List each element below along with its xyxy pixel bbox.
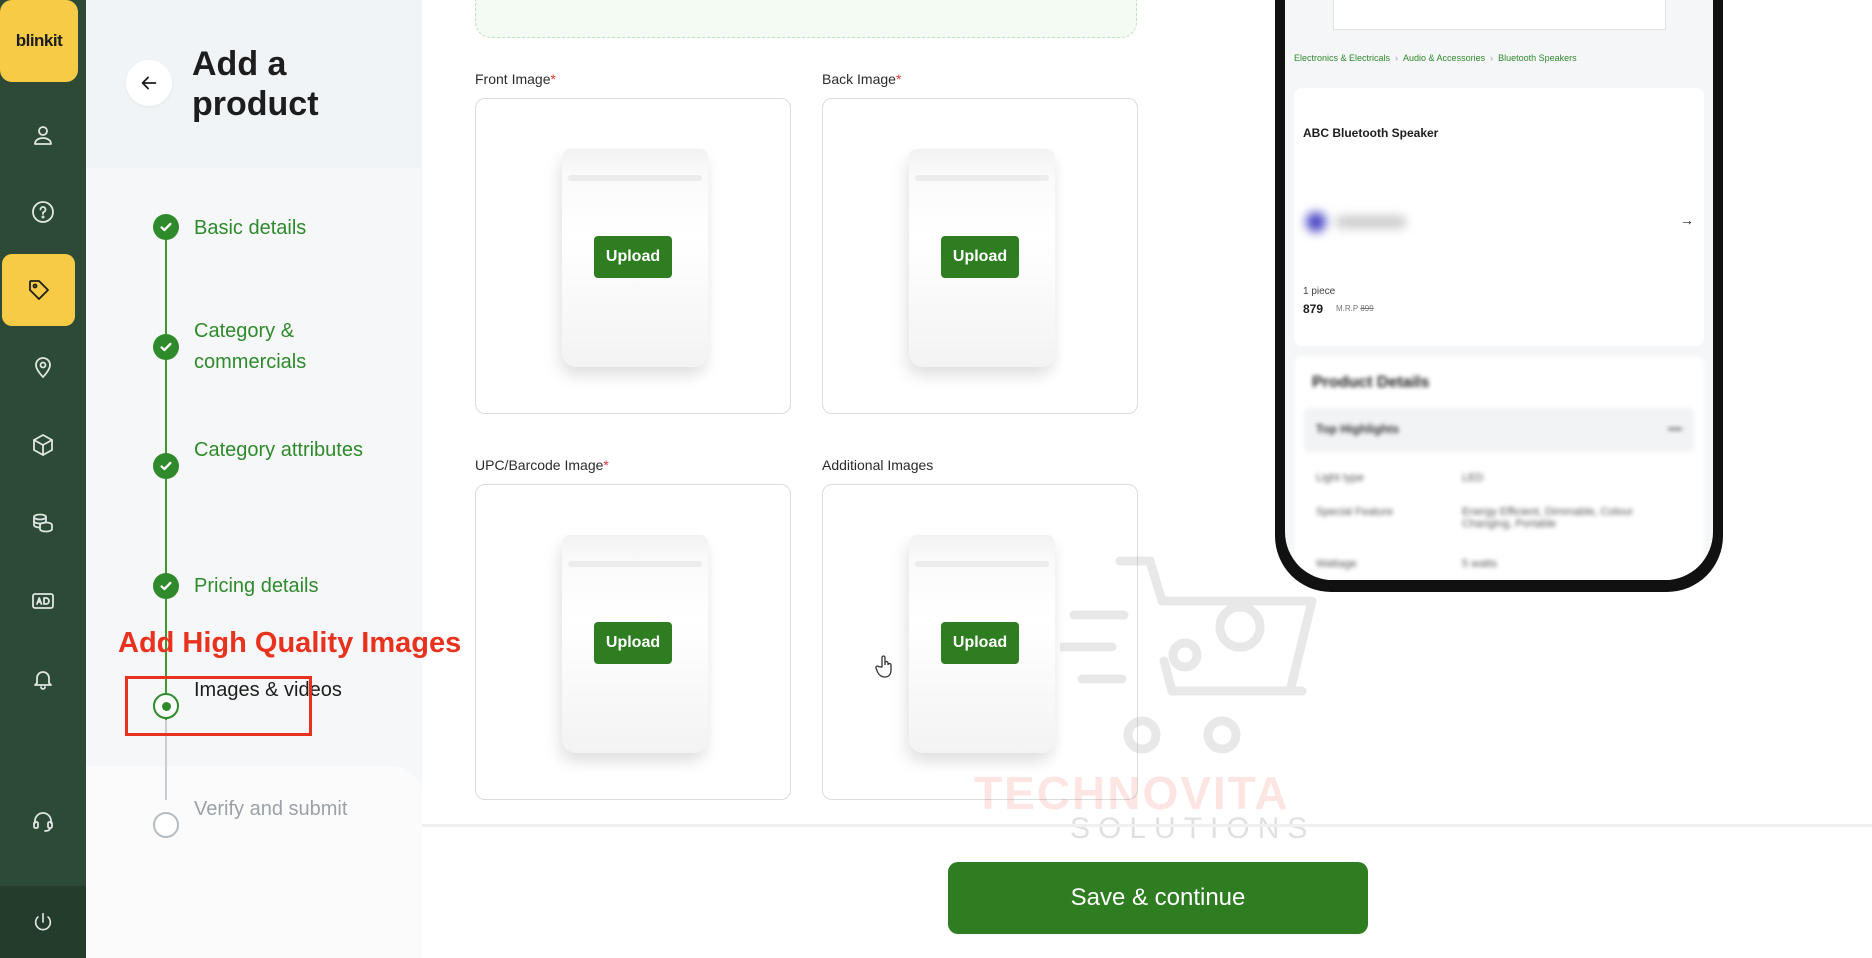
required-mark: * <box>895 71 902 87</box>
tag-icon <box>28 280 49 300</box>
step-basic-details[interactable]: Basic details <box>194 213 394 244</box>
upc-image-upload-button[interactable]: Upload <box>594 622 672 664</box>
arrow-right-icon: → <box>1680 212 1694 228</box>
map-pin-icon <box>35 357 51 378</box>
ad-icon <box>32 593 54 609</box>
check-icon <box>160 581 172 591</box>
page-title: Add a product <box>192 45 319 123</box>
highlights-label: Top Highlights <box>1316 422 1400 436</box>
required-mark: * <box>603 457 609 473</box>
stepper-panel: Add a product Basic details Category & c… <box>86 0 422 958</box>
check-icon <box>160 461 172 471</box>
step-pricing-details[interactable]: Pricing details <box>194 571 394 602</box>
step-verify-submit[interactable]: Verify and submit <box>194 794 394 825</box>
back-image-upload-card[interactable]: Upload <box>822 98 1138 414</box>
breadcrumb-item: Electronics & Electricals <box>1294 53 1391 63</box>
sidebar-item-notifications[interactable] <box>0 640 86 718</box>
step-category-attributes-check <box>153 453 179 479</box>
step-category-commercials-check <box>153 334 179 360</box>
save-continue-button[interactable]: Save & continue <box>948 862 1368 934</box>
coins-icon <box>33 513 53 533</box>
headset-icon <box>33 812 53 832</box>
sidebar-item-locations[interactable] <box>0 328 86 406</box>
front-image-label: Front Image* <box>475 71 556 87</box>
arrow-left-icon <box>141 76 157 90</box>
sidebar-item-profile[interactable] <box>0 96 86 174</box>
preview-product-card: ABC Bluetooth Speaker → 1 piece 879 M.R.… <box>1294 88 1704 346</box>
spec-value: LED <box>1462 472 1484 484</box>
sidebar-item-payments[interactable] <box>0 484 86 562</box>
breadcrumb-item: Bluetooth Speakers <box>1498 53 1577 63</box>
back-image-label: Back Image* <box>822 71 901 87</box>
upc-image-label-text: UPC/Barcode Image <box>475 457 604 473</box>
breadcrumb-separator-icon: › <box>1395 53 1399 63</box>
check-icon <box>160 342 172 352</box>
spec-key: Wattage <box>1316 558 1357 570</box>
step-category-commercials[interactable]: Category & commercials <box>194 316 394 378</box>
watermark-subtitle: SOLUTIONS <box>1070 812 1316 845</box>
spec-value: 5 watts <box>1462 558 1497 570</box>
power-icon <box>34 912 52 931</box>
upc-image-upload-card[interactable]: Upload <box>475 484 791 800</box>
preview-details-title: Product Details <box>1312 374 1430 391</box>
sidebar-item-ads[interactable] <box>0 562 86 640</box>
front-image-upload-card[interactable]: Upload <box>475 98 791 414</box>
footer-divider <box>422 824 1872 827</box>
step-basic-details-check <box>153 214 179 240</box>
brand-logo-blurred <box>1302 206 1422 236</box>
front-image-upload-button[interactable]: Upload <box>594 236 672 278</box>
collapse-icon <box>1668 428 1682 430</box>
step-verify-submit-indicator <box>153 812 179 838</box>
additional-images-label: Additional Images <box>822 457 933 473</box>
preview-price: 879 <box>1303 302 1324 316</box>
step-category-attributes[interactable]: Category attributes <box>194 435 394 466</box>
back-image-label-text: Back Image <box>822 71 896 87</box>
phone-preview: Electronics & Electricals › Audio & Access… <box>1275 0 1723 592</box>
box-icon <box>33 434 53 456</box>
preview-brand-row: → <box>1294 186 1704 266</box>
spec-key: Light type <box>1316 472 1364 484</box>
upc-image-label: UPC/Barcode Image* <box>475 457 609 473</box>
spec-key: Special Feature <box>1316 506 1394 518</box>
check-icon <box>160 222 172 232</box>
front-image-label-text: Front Image <box>475 71 551 87</box>
preview-product-name: ABC Bluetooth Speaker <box>1303 126 1439 140</box>
sidebar-item-inventory[interactable] <box>0 406 86 484</box>
breadcrumb-item: Audio & Accessories <box>1403 53 1486 63</box>
blinkit-logo[interactable]: blinkit <box>0 0 78 82</box>
additional-images-upload-button[interactable]: Upload <box>941 622 1019 664</box>
annotation-highlight-box <box>125 676 312 736</box>
sidebar-item-help[interactable] <box>0 173 86 251</box>
preview-details-card: Product Details Top Highlights Light typ… <box>1294 356 1704 580</box>
breadcrumb-separator-icon: › <box>1490 53 1494 63</box>
user-icon <box>34 126 52 145</box>
required-mark: * <box>550 71 556 87</box>
previous-section-box <box>475 0 1137 38</box>
back-image-upload-button[interactable]: Upload <box>941 236 1019 278</box>
step-pricing-details-check <box>153 573 179 599</box>
phone-screen: Electronics & Electricals › Audio & Access… <box>1285 0 1713 580</box>
spec-value: Energy Efficient, Dimmable, Colour Chang… <box>1462 506 1633 530</box>
hand-cursor-icon <box>875 654 895 680</box>
sidebar-item-products[interactable] <box>2 254 75 326</box>
preview-quantity: 1 piece <box>1303 286 1336 297</box>
bell-icon <box>34 671 52 690</box>
additional-images-label-text: Additional Images <box>822 457 934 473</box>
back-button[interactable] <box>126 60 172 106</box>
preview-mrp: M.R.P 899 <box>1336 304 1374 313</box>
sidebar-item-logout[interactable] <box>0 886 86 958</box>
left-rail: blinkit <box>0 0 86 958</box>
mrp-value: 899 <box>1360 304 1374 313</box>
preview-breadcrumb: Electronics & Electricals › Audio & Access… <box>1294 53 1577 63</box>
preview-search-bar <box>1333 0 1666 30</box>
annotation-text: Add High Quality Images <box>118 627 462 659</box>
mrp-label: M.R.P <box>1336 304 1359 313</box>
help-circle-icon <box>32 201 54 223</box>
preview-highlights-row: Top Highlights <box>1304 408 1694 452</box>
sidebar-item-support[interactable] <box>0 782 86 860</box>
